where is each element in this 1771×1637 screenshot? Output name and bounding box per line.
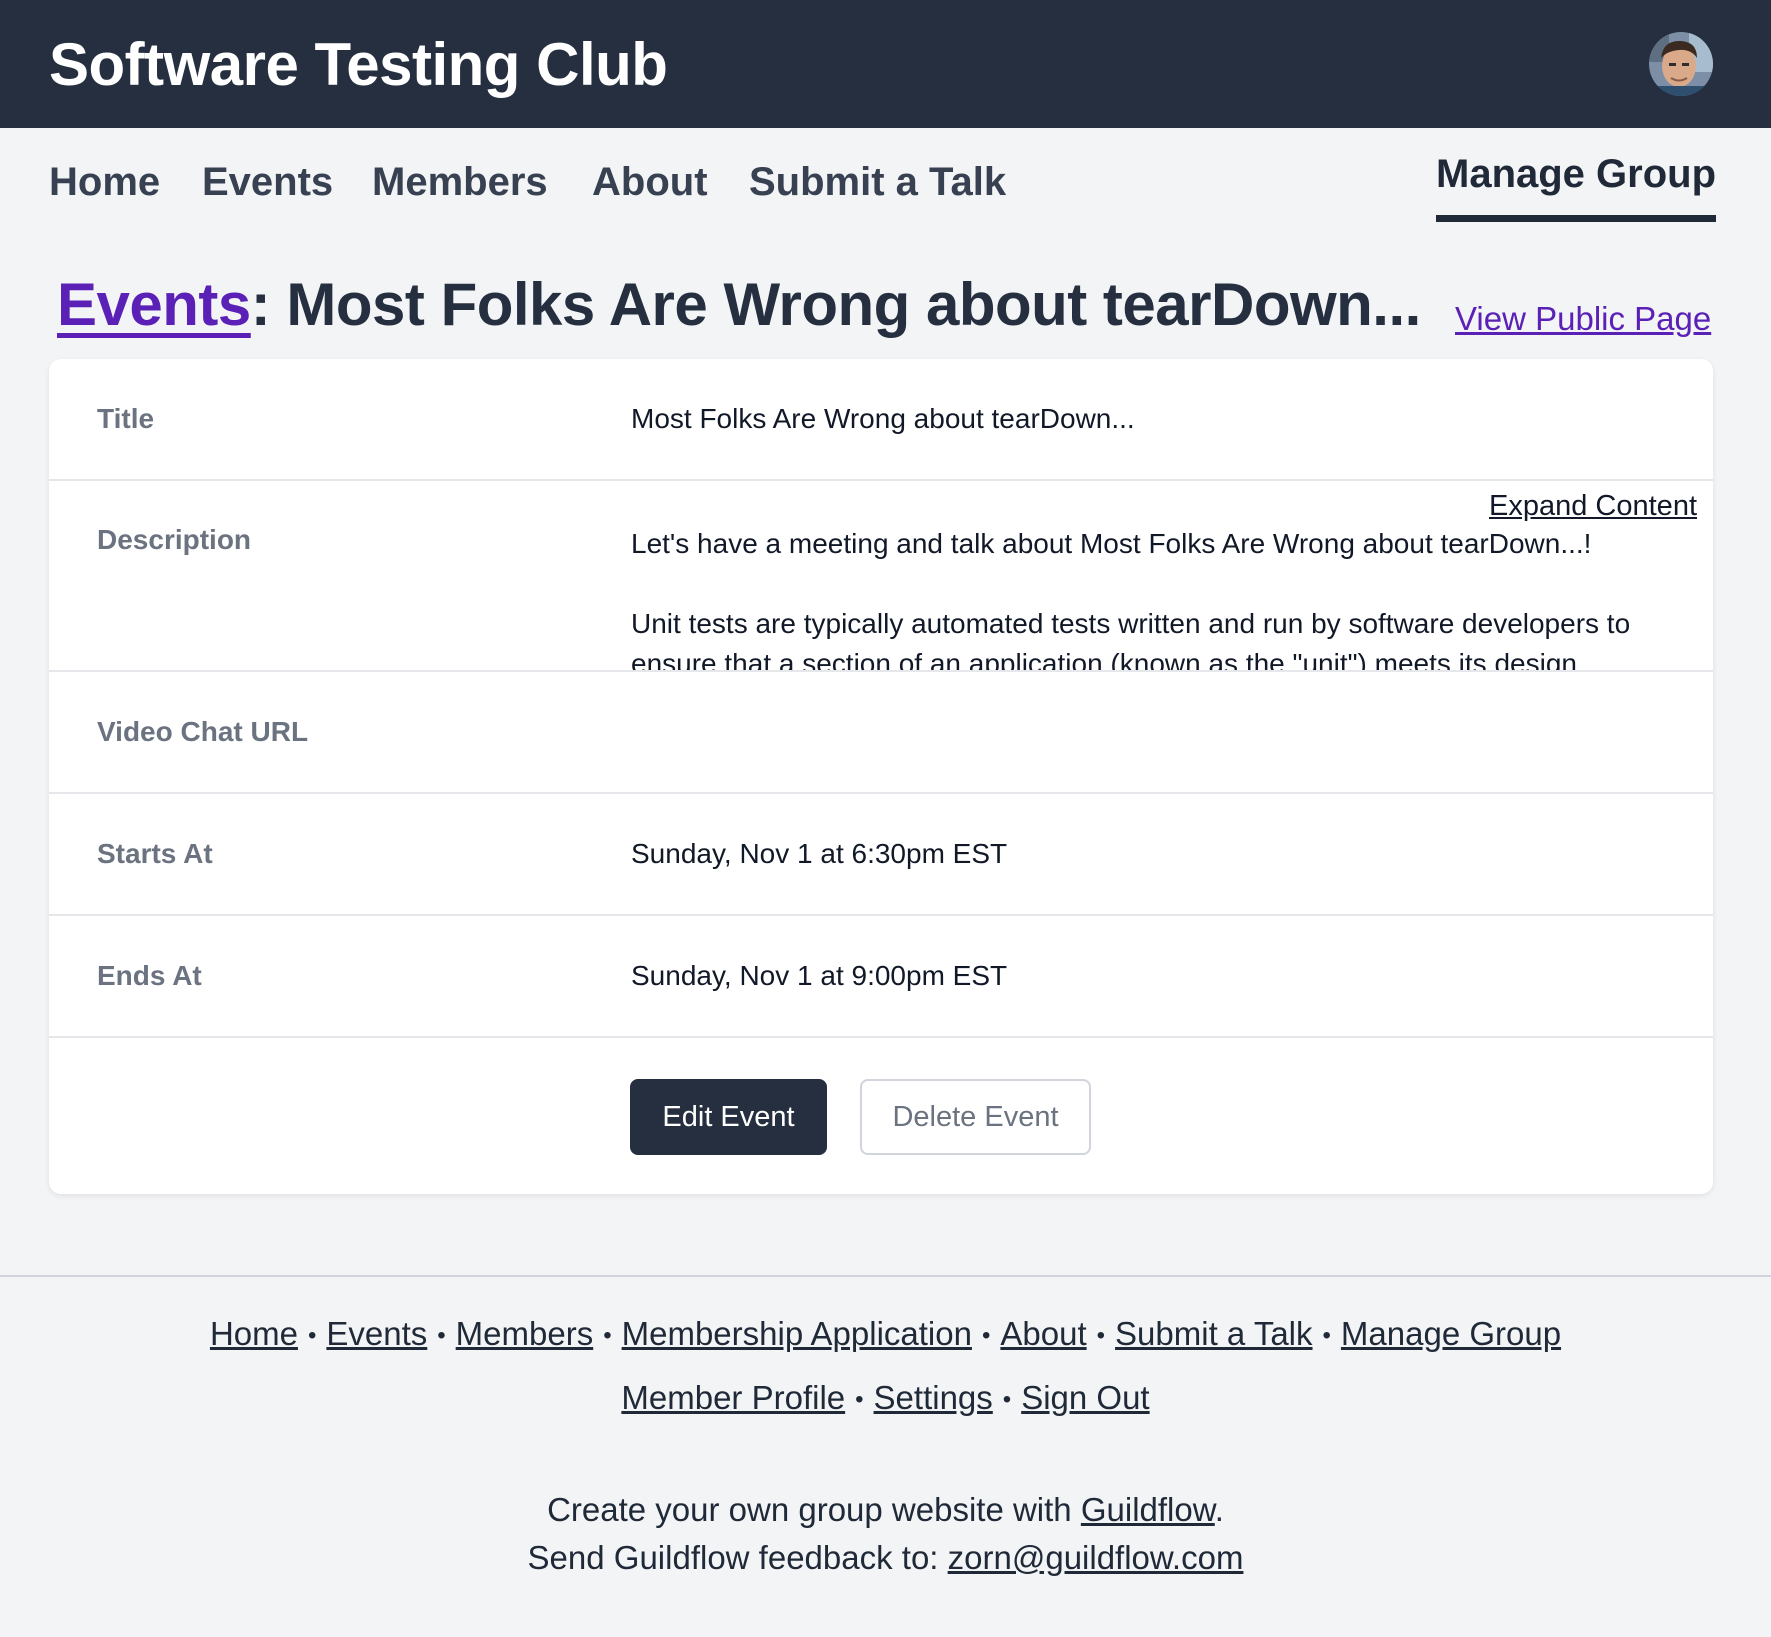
detail-row-title: Title Most Folks Are Wrong about tearDow… xyxy=(49,359,1713,481)
site-title[interactable]: Software Testing Club xyxy=(49,30,668,99)
title-label: Title xyxy=(97,403,155,434)
footer-link-submit-talk[interactable]: Submit a Talk xyxy=(1115,1315,1312,1352)
view-public-page-link[interactable]: View Public Page xyxy=(1455,300,1711,338)
footer-separator: • xyxy=(603,1322,612,1350)
nav-events[interactable]: Events xyxy=(202,160,333,205)
nav-members[interactable]: Members xyxy=(372,160,548,205)
title-value: Most Folks Are Wrong about tearDown... xyxy=(631,403,1135,434)
footer-link-manage-group[interactable]: Manage Group xyxy=(1341,1315,1561,1352)
nav-about[interactable]: About xyxy=(592,160,708,205)
edit-event-button[interactable]: Edit Event xyxy=(630,1079,827,1155)
footer-separator: • xyxy=(855,1386,864,1414)
footer-link-events[interactable]: Events xyxy=(326,1315,427,1352)
footer-links-row-1: Home • Events • Members • Membership Applicati… xyxy=(0,1315,1771,1353)
footer-links-row-2: Member Profile • Settings • Sign Out xyxy=(0,1379,1771,1417)
starts-at-label: Starts At xyxy=(97,838,213,869)
footer-link-sign-out[interactable]: Sign Out xyxy=(1021,1379,1149,1416)
starts-at-value: Sunday, Nov 1 at 6:30pm EST xyxy=(631,838,1008,869)
footer-link-home[interactable]: Home xyxy=(210,1315,298,1352)
ends-at-label: Ends At xyxy=(97,960,202,991)
detail-row-ends-at: Ends At Sunday, Nov 1 at 9:00pm EST xyxy=(49,916,1713,1038)
main-nav: Home Events Members About Submit a Talk … xyxy=(0,152,1771,226)
footer-separator: • xyxy=(981,1322,991,1350)
event-details-card: Title Most Folks Are Wrong about tearDow… xyxy=(49,359,1713,1194)
description-label: Description xyxy=(97,524,252,555)
delete-event-button[interactable]: Delete Event xyxy=(860,1079,1091,1155)
footer-link-members[interactable]: Members xyxy=(456,1315,594,1352)
description-paragraph: Let's have a meeting and talk about Most… xyxy=(631,528,1592,559)
expand-content-link[interactable]: Expand Content xyxy=(1485,490,1697,523)
footer-separator: • xyxy=(437,1322,446,1350)
page-title-text: : Most Folks Are Wrong about tearDown... xyxy=(250,271,1422,338)
footer-create-line: Create your own group website with Guild… xyxy=(0,1491,1771,1529)
detail-row-starts-at: Starts At Sunday, Nov 1 at 6:30pm EST xyxy=(49,794,1713,916)
guildflow-link[interactable]: Guildflow xyxy=(1081,1491,1215,1528)
footer-separator: • xyxy=(1322,1322,1331,1350)
video-chat-label: Video Chat URL xyxy=(97,716,309,747)
nav-home[interactable]: Home xyxy=(49,160,160,205)
footer-separator: • xyxy=(1002,1386,1012,1414)
detail-row-video-chat: Video Chat URL xyxy=(49,672,1713,794)
feedback-email-link[interactable]: zorn@guildflow.com xyxy=(948,1539,1244,1576)
footer-feedback-line: Send Guildflow feedback to: zorn@guildfl… xyxy=(0,1539,1771,1577)
footer-link-member-profile[interactable]: Member Profile xyxy=(621,1379,845,1416)
footer-create-suffix: . xyxy=(1214,1491,1224,1528)
description-paragraph: Unit tests are typically automated tests… xyxy=(631,608,1631,672)
description-content: Let's have a meeting and talk about Most… xyxy=(631,524,1671,672)
nav-manage-group[interactable]: Manage Group xyxy=(1436,152,1717,222)
footer-separator: • xyxy=(307,1322,317,1350)
page-footer: Home • Events • Members • Membership Applicati… xyxy=(0,1275,1771,1637)
breadcrumb-events-link[interactable]: Events xyxy=(57,271,251,338)
footer-separator: • xyxy=(1096,1322,1106,1350)
user-avatar-icon[interactable] xyxy=(1649,32,1713,96)
top-header-bar: Software Testing Club xyxy=(0,0,1771,128)
footer-create-text: Create your own group website with xyxy=(547,1491,1081,1528)
nav-submit-talk[interactable]: Submit a Talk xyxy=(749,160,1006,205)
footer-link-about[interactable]: About xyxy=(1000,1315,1086,1352)
page-title: Events: Most Folks Are Wrong about tearD… xyxy=(57,270,1421,339)
footer-feedback-text: Send Guildflow feedback to: xyxy=(527,1539,948,1576)
footer-link-settings[interactable]: Settings xyxy=(874,1379,993,1416)
ends-at-value: Sunday, Nov 1 at 9:00pm EST xyxy=(631,960,1008,991)
detail-row-description: Description Let's have a meeting and tal… xyxy=(49,480,1713,672)
footer-link-membership-application[interactable]: Membership Application xyxy=(622,1315,972,1352)
